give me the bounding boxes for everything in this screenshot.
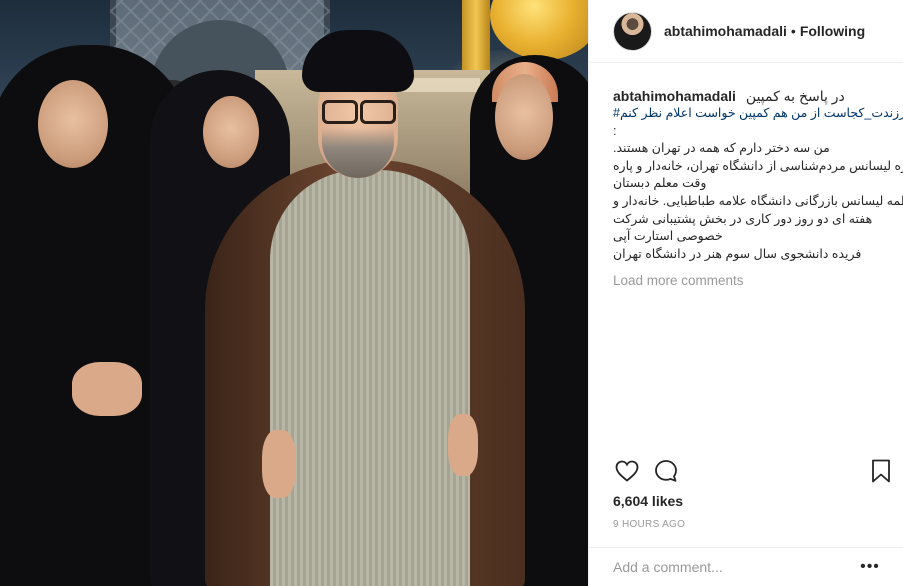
avatar[interactable] (613, 11, 652, 51)
caption-line: خصوصی استارت آپی (613, 229, 723, 244)
caption-username-link[interactable]: abtahimohamadali (613, 88, 736, 104)
header-text: abtahimohamadali • Following (664, 23, 865, 39)
likes-count[interactable]: 6,604 likes (613, 493, 683, 509)
post-timestamp[interactable]: 9 HOURS AGO (613, 519, 685, 530)
following-button[interactable]: Following (800, 23, 865, 39)
post-header: abtahimohamadali • Following (589, 0, 903, 63)
caption-text-first: در پاسخ به کمپین (745, 88, 845, 104)
header-username-link[interactable]: abtahimohamadali (664, 23, 787, 39)
caption-first-line: abtahimohamadali در پاسخ به کمپین (613, 87, 888, 105)
photo-cleric-glasses (322, 100, 396, 124)
caption-line: فائزه لیسانس مردم‌شناسی از دانشگاه تهران… (613, 158, 903, 173)
caption-line: : (613, 123, 617, 138)
bookmark-icon[interactable] (867, 457, 895, 485)
caption-line: وقت معلم دبستان (613, 176, 707, 191)
photo-cleric-robe (270, 170, 470, 586)
photo-face-left (38, 80, 108, 168)
instagram-post: abtahimohamadali • Following abtahimohamad… (0, 0, 903, 586)
comment-box: ••• (589, 547, 903, 586)
caption-line: فریده دانشجوی سال سوم هنر در دانشگاه تهر… (613, 246, 862, 261)
post-photo[interactable] (0, 0, 588, 586)
caption-hashtag-line: #فرزندت_کجاست از من هم کمپین خواست اعلام… (613, 105, 903, 123)
caption-line: .من سه دختر دارم که همه در تهران هستند (613, 141, 830, 156)
photo-golden-minaret (462, 0, 490, 70)
photo-cleric-turban (302, 30, 414, 92)
photo-hand (448, 414, 478, 476)
comment-input[interactable] (613, 559, 860, 575)
caption-body: #فرزندت_کجاست از من هم کمپین خواست اعلام… (613, 105, 903, 263)
post-side-panel: abtahimohamadali • Following abtahimohamad… (588, 0, 903, 586)
header-separator: • (790, 23, 796, 39)
photo-face-right (495, 74, 553, 160)
photo-hand (262, 430, 296, 498)
caption: abtahimohamadali در پاسخ به کمپین #فرزندت… (613, 87, 903, 288)
caption-line: فاطمه لیسانس بازرگانی دانشگاه علامه طباط… (613, 193, 903, 208)
caption-line[interactable]: #فرزندت_کجاست از من هم کمپین خواست اعلام… (613, 106, 903, 120)
heart-icon[interactable] (613, 457, 641, 485)
photo-hand (72, 362, 142, 416)
action-bar (613, 457, 893, 485)
comment-icon[interactable] (652, 457, 680, 485)
more-options-icon[interactable]: ••• (860, 558, 880, 576)
caption-line: هفته ای دو روز دور کاری در بخش پشتیبانی … (613, 211, 873, 226)
photo-face-second (203, 96, 259, 168)
load-more-comments-link[interactable]: Load more comments (613, 273, 888, 288)
